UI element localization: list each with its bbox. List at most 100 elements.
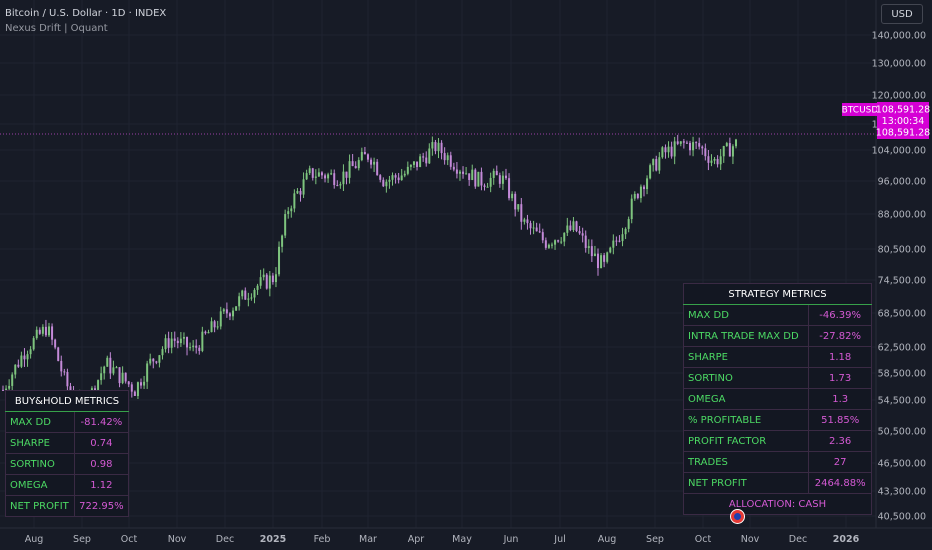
- table-row: SORTINO 0.98: [5, 453, 130, 475]
- candle-body: [327, 174, 330, 179]
- indicator-name[interactable]: Nexus Drift | Oquant: [5, 21, 166, 36]
- candle-body: [498, 175, 501, 184]
- time-tick-label: Nov: [168, 534, 187, 545]
- candle-body: [486, 186, 489, 188]
- price-tick-label: 50,500.00: [878, 427, 926, 438]
- table-row: SHARPE 0.74: [5, 432, 130, 454]
- candle-body: [477, 171, 480, 187]
- table-row: MAX DD -46.39%: [682, 304, 872, 326]
- candle-body: [664, 147, 667, 153]
- candle-body: [566, 225, 569, 233]
- candle-body: [376, 161, 379, 176]
- us-flag-icon[interactable]: [730, 509, 745, 524]
- candle-body: [661, 147, 664, 158]
- candle-body: [35, 329, 38, 339]
- chart-legend: Bitcoin / U.S. Dollar · 1D · INDEX Nexus…: [5, 6, 166, 36]
- candle-body: [379, 175, 382, 180]
- candle-body: [504, 175, 507, 179]
- candle-body: [133, 391, 136, 397]
- candle-body: [339, 184, 342, 186]
- candle-body: [29, 349, 32, 355]
- candle-body: [642, 186, 645, 190]
- time-tick-label: Jul: [553, 534, 565, 545]
- candle-body: [397, 177, 400, 181]
- candle-body: [449, 155, 452, 167]
- candle-body: [173, 338, 176, 341]
- candle-body: [155, 361, 158, 363]
- candle-body: [731, 146, 734, 157]
- candle-body: [563, 232, 566, 242]
- candle-body: [593, 253, 596, 257]
- candle-body: [615, 240, 618, 242]
- candle-body: [103, 366, 106, 374]
- candle-body: [590, 246, 593, 257]
- candle-body: [652, 159, 655, 166]
- candle-body: [391, 175, 394, 180]
- symbol-title[interactable]: Bitcoin / U.S. Dollar · 1D · INDEX: [5, 6, 166, 21]
- table-row: OMEGA 1.3: [682, 388, 872, 410]
- candle-body: [290, 208, 293, 212]
- candle-body: [403, 173, 406, 176]
- price-tag[interactable]: BTCUSD 108,591.28 13:00:34 108,591.28: [842, 102, 931, 139]
- candle-body: [20, 355, 23, 367]
- candle-body: [320, 172, 323, 176]
- candle-body: [247, 298, 250, 300]
- candle-body: [511, 193, 514, 199]
- price-tick-label: 74,500.00: [878, 276, 926, 287]
- candle-body: [735, 139, 737, 147]
- candle-body: [679, 141, 682, 144]
- candle-body: [118, 367, 121, 384]
- time-tick-label: Mar: [359, 534, 377, 545]
- candle-body: [121, 372, 124, 384]
- candle-body: [649, 165, 652, 179]
- candle-body: [14, 364, 17, 375]
- time-tick-label: Oct: [695, 534, 712, 545]
- last-price-bottom: 108,591.28: [876, 128, 930, 139]
- candle-body: [701, 146, 704, 149]
- candle-body: [63, 371, 66, 373]
- time-tick-label: Jun: [503, 534, 519, 545]
- candle-body: [41, 326, 44, 334]
- candle-body: [38, 329, 41, 334]
- candle-body: [241, 290, 244, 297]
- candle-body: [462, 171, 465, 174]
- candle-body: [468, 173, 471, 181]
- candle-body: [406, 166, 409, 174]
- candle-body: [314, 176, 317, 178]
- candle-body: [483, 185, 486, 187]
- candle-body: [578, 231, 581, 234]
- candle-body: [685, 142, 688, 144]
- candle-body: [633, 193, 636, 199]
- candle-body: [51, 326, 54, 340]
- candle-body: [425, 157, 428, 164]
- candle-body: [560, 241, 563, 243]
- candle-body: [707, 156, 710, 163]
- candle-body: [412, 161, 415, 165]
- candle-body: [547, 244, 550, 248]
- candle-body: [682, 141, 685, 143]
- time-tick-label: 2026: [833, 534, 860, 545]
- candle-body: [127, 381, 130, 385]
- table-row: OMEGA 1.12: [5, 474, 130, 496]
- candle-body: [317, 172, 320, 177]
- candle-body: [161, 349, 164, 356]
- candle-body: [419, 156, 422, 167]
- candle-body: [2, 389, 4, 391]
- candle-body: [345, 171, 348, 178]
- candle-body: [670, 146, 673, 157]
- candle-body: [336, 185, 339, 187]
- candle-body: [688, 142, 691, 151]
- candle-body: [115, 367, 118, 369]
- currency-button[interactable]: USD: [881, 4, 923, 24]
- buyhold-metrics-table: BUY&HOLD METRICS MAX DD -81.42% SHARPE 0.7…: [5, 390, 130, 517]
- candle-body: [728, 143, 731, 157]
- candle-body: [152, 358, 155, 362]
- candle-body: [287, 211, 290, 215]
- candle-body: [259, 277, 262, 286]
- candle-body: [416, 161, 419, 167]
- candle-body: [140, 382, 143, 386]
- candle-body: [124, 372, 127, 382]
- candle-body: [544, 240, 547, 248]
- time-tick-label: Sep: [646, 534, 664, 545]
- candle-body: [646, 178, 649, 190]
